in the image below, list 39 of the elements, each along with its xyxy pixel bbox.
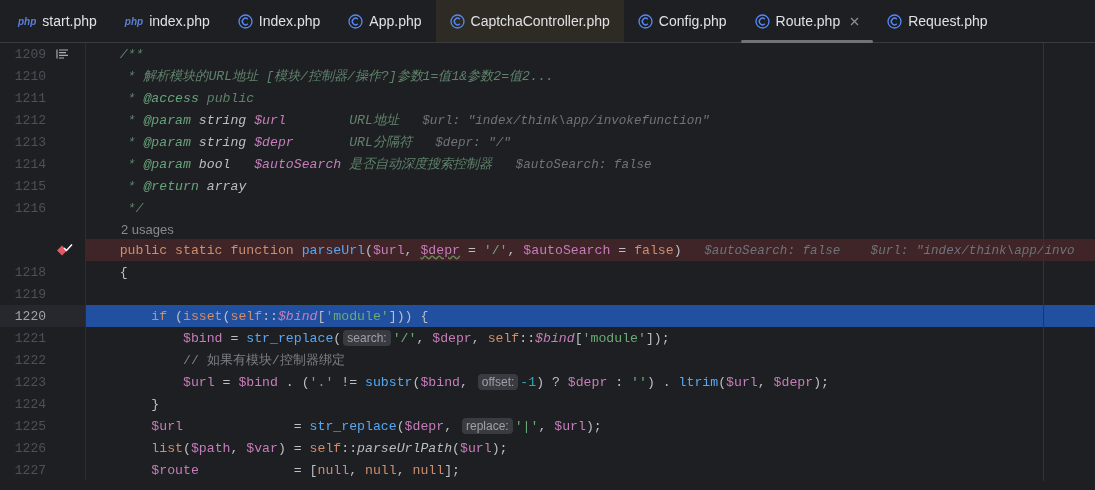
code-line: /**: [118, 46, 144, 62]
code-line: */: [126, 200, 144, 216]
class-icon: [449, 13, 465, 29]
php-file-icon: php: [124, 15, 144, 27]
file-tab[interactable]: CaptchaController.php: [435, 0, 624, 42]
code-line: if (isset(self::$bind['module'])) {: [150, 308, 429, 324]
file-tab[interactable]: Index.php: [223, 0, 335, 42]
code-line: * @param string $url URL地址 $url: "index/think\app/invokefunction": [126, 112, 710, 129]
file-tab[interactable]: php start.php: [4, 0, 111, 42]
code-line: * @access public: [126, 90, 255, 106]
code-line: $bind = str_replace( search: '/', $depr, self::$bind['module']);: [181, 330, 670, 346]
php-file-icon: php: [18, 15, 37, 27]
code-line: * @return array: [126, 178, 247, 194]
file-tab[interactable]: Request.php: [873, 0, 1002, 42]
line-number: 1220: [13, 308, 46, 324]
breakpoint-icon[interactable]: [56, 242, 73, 258]
class-icon: [754, 13, 770, 29]
close-icon[interactable]: [850, 16, 860, 26]
documentation-icon[interactable]: [56, 49, 68, 59]
code-line: public static function parseUrl($url, $depr = '/', $autoSearch = false) $autoSearch: false $url: "index/think\app/invo: [118, 242, 1075, 258]
class-icon: [237, 13, 253, 29]
code-line: $url = str_replace($depr, replace: '|', $url);: [150, 418, 602, 434]
class-icon: [887, 13, 903, 29]
file-tab[interactable]: php index.php: [110, 0, 224, 42]
usages-hint[interactable]: 2 usages: [121, 221, 174, 237]
file-tab[interactable]: App.php: [334, 0, 436, 42]
code-line: $url = $bind . ('.' != substr($bind, offset: -1) ? $depr : '') . ltrim($url, $depr);: [181, 374, 829, 390]
code-line: $route = [null, null, null];: [150, 462, 460, 478]
code-line: list($path, $var) = self::parseUrlPath($url);: [150, 440, 508, 456]
code-line: * @param bool $autoSearch 是否自动深度搜索控制器 $autoSearch: false: [126, 156, 652, 173]
code-line: * @param string $depr URL分隔符 $depr: "/": [126, 134, 511, 151]
code-line: // 如果有模块/控制器绑定: [181, 352, 345, 369]
file-tab[interactable]: Route.php: [740, 0, 874, 42]
file-tab[interactable]: Config.php: [623, 0, 741, 42]
code-line: }: [150, 396, 160, 412]
class-icon: [637, 13, 653, 29]
class-icon: [348, 13, 364, 29]
code-line: {: [118, 264, 128, 280]
code-line: * 解析模块的URL地址 [模块/控制器/操作?]参数1=值1&参数2=值2...: [126, 68, 554, 85]
